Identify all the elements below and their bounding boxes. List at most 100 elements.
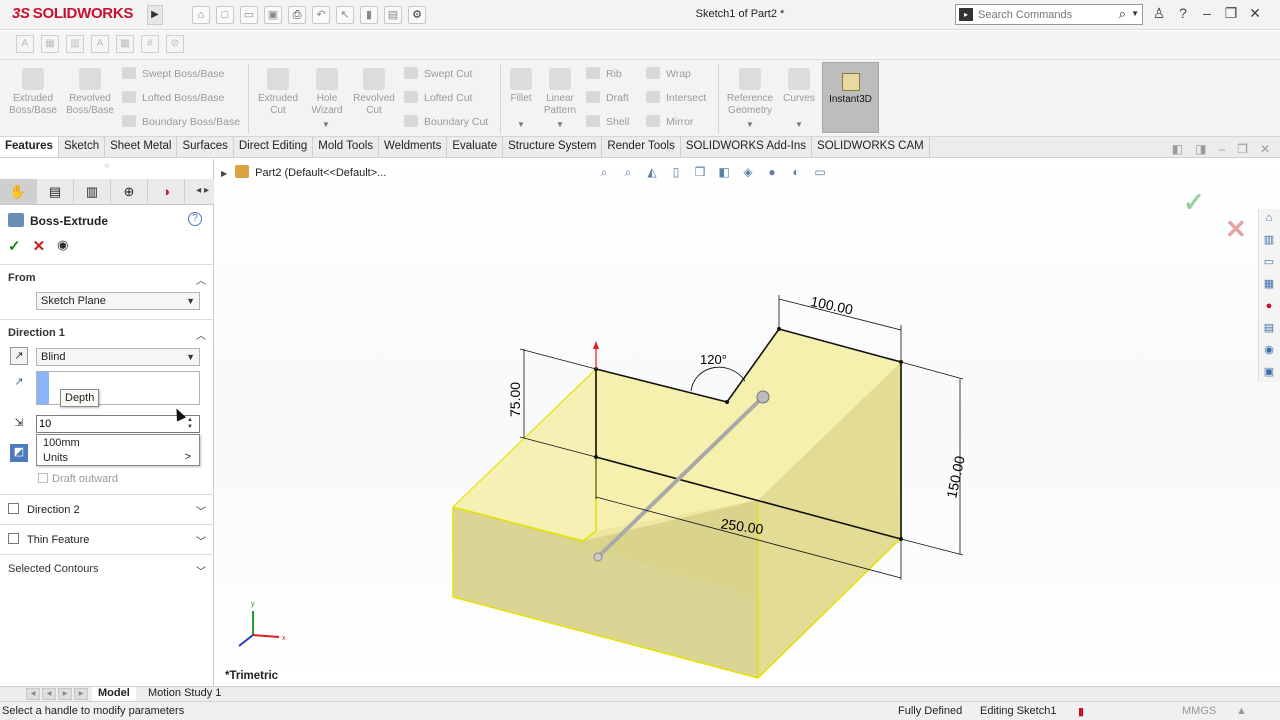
tab-motion-study-1[interactable]: Motion Study 1: [142, 687, 227, 701]
unit-system-caret-icon[interactable]: ▲: [1236, 705, 1247, 717]
search-icon[interactable]: ⌕: [1119, 6, 1126, 22]
depth-spinner-icon[interactable]: ▲ ▼: [183, 417, 197, 431]
print-icon[interactable]: ⎙: [288, 6, 306, 24]
panel-grip[interactable]: ○: [0, 159, 214, 175]
boundary-boss-button[interactable]: Boundary Boss/Base: [122, 113, 240, 131]
tab-features[interactable]: Features: [0, 137, 59, 157]
revolved-boss-button[interactable]: Revolved Boss/Base: [64, 68, 116, 117]
confirm-corner-cancel-icon[interactable]: ✕: [1225, 214, 1247, 245]
linear-pattern-caret-icon[interactable]: ▼: [556, 120, 564, 129]
feature-tree-breadcrumb[interactable]: ▶ Part2 (Default<<Default>...: [221, 165, 386, 179]
solidworks-forum-icon[interactable]: ◉: [1259, 341, 1279, 360]
curves-button[interactable]: Curves: [780, 68, 818, 105]
view-settings-icon[interactable]: ▭: [811, 163, 829, 181]
property-manager-tab-icon[interactable]: ▤: [37, 179, 74, 204]
open-icon[interactable]: ▭: [240, 6, 258, 24]
rebuild-icon[interactable]: ▮: [360, 6, 378, 24]
tab-direct-editing[interactable]: Direct Editing: [234, 137, 314, 157]
depth-input[interactable]: [39, 417, 169, 431]
expand-chevron-icon[interactable]: ﹀: [196, 563, 206, 578]
collapse-chevron-icon[interactable]: ︿: [196, 327, 206, 342]
file-properties-icon[interactable]: ▤: [384, 6, 402, 24]
from-group-header[interactable]: From ︿: [8, 272, 208, 288]
tile-left-icon[interactable]: ◧: [1172, 142, 1183, 156]
prev-tab-icon[interactable]: ◀: [42, 688, 56, 700]
dim-75[interactable]: 75.00: [507, 382, 523, 417]
display-manager-tab-icon[interactable]: ◑: [148, 179, 185, 204]
extrude-handle-tip-icon[interactable]: [756, 390, 770, 404]
extruded-boss-button[interactable]: Extruded Boss/Base: [6, 68, 60, 117]
sketch-block-icon[interactable]: ▥: [66, 35, 84, 53]
next-tab-icon[interactable]: ▶: [58, 688, 72, 700]
custom-properties-icon[interactable]: ▤: [1259, 319, 1279, 338]
task-pane-extra-icon[interactable]: ▣: [1259, 363, 1279, 382]
dimxpert-manager-tab-icon[interactable]: ⊕: [111, 179, 148, 204]
view-orientation-icon[interactable]: ❒: [691, 163, 709, 181]
thin-feature-group-header[interactable]: Thin Feature ﹀: [8, 533, 208, 548]
dim-100[interactable]: 100.00: [809, 293, 854, 318]
tab-sheet-metal[interactable]: Sheet Metal: [105, 137, 178, 157]
close-icon[interactable]: ✕: [1246, 5, 1264, 22]
expand-chevron-icon[interactable]: ﹀: [196, 503, 206, 518]
units-value[interactable]: 100mm: [43, 436, 80, 450]
first-tab-icon[interactable]: ◀: [26, 688, 40, 700]
lofted-boss-button[interactable]: Lofted Boss/Base: [122, 89, 224, 107]
view-palette-icon[interactable]: ▦: [1259, 275, 1279, 294]
configuration-manager-tab-icon[interactable]: ▥: [74, 179, 111, 204]
expand-chevron-icon[interactable]: ﹀: [196, 533, 206, 548]
direction2-checkbox[interactable]: [8, 503, 19, 514]
appearances-icon[interactable]: ●: [1259, 297, 1279, 316]
sketch-fix-icon[interactable]: A: [91, 35, 109, 53]
tab-sketch[interactable]: Sketch: [59, 137, 106, 157]
end-condition-dropdown[interactable]: Blind ▼: [36, 348, 200, 366]
sketch-point[interactable]: [725, 400, 729, 404]
solidworks-logo[interactable]: 3S SOLIDWORKS: [12, 5, 133, 22]
sketch-relation-icon[interactable]: ▩: [116, 35, 134, 53]
mirror-button[interactable]: Mirror: [646, 113, 693, 131]
hide-show-items-icon[interactable]: ◈: [739, 163, 757, 181]
user-icon[interactable]: ♙: [1150, 5, 1168, 22]
draft-outward-checkbox[interactable]: [38, 473, 48, 483]
shell-button[interactable]: Shell: [586, 113, 629, 131]
tab-structure-system[interactable]: Structure System: [503, 137, 603, 157]
fillet-button[interactable]: Fillet: [504, 68, 538, 105]
hole-wizard-caret-icon[interactable]: ▼: [322, 120, 330, 129]
lofted-cut-button[interactable]: Lofted Cut: [404, 89, 472, 107]
draft-outward-option[interactable]: Draft outward: [38, 473, 118, 485]
zoom-to-fit-icon[interactable]: ⌕: [595, 163, 613, 181]
revolved-cut-button[interactable]: Revolved Cut: [350, 68, 398, 117]
tile-right-icon[interactable]: ◨: [1195, 142, 1206, 156]
draft-button[interactable]: Draft: [586, 89, 629, 107]
thin-feature-checkbox[interactable]: [8, 533, 19, 544]
sketch-picture-icon[interactable]: ▦: [41, 35, 59, 53]
tab-model[interactable]: Model: [92, 687, 136, 701]
hole-wizard-button[interactable]: Hole Wizard: [304, 68, 350, 117]
sketch-tool-icon[interactable]: ⊘: [166, 35, 184, 53]
collapse-chevron-icon[interactable]: ︿: [196, 272, 206, 287]
linear-pattern-button[interactable]: Linear Pattern: [540, 68, 580, 117]
dim-150[interactable]: 150.00: [943, 454, 968, 499]
extruded-cut-button[interactable]: Extruded Cut: [254, 68, 302, 117]
sketch-grid-icon[interactable]: #: [141, 35, 159, 53]
zoom-to-area-icon[interactable]: ⌕: [619, 163, 637, 181]
doc-minimize-icon[interactable]: –: [1218, 142, 1225, 156]
tab-mold-tools[interactable]: Mold Tools: [313, 137, 380, 157]
from-dropdown[interactable]: Sketch Plane ▼: [36, 292, 200, 310]
display-style-icon[interactable]: ◧: [715, 163, 733, 181]
rebuild-status-icon[interactable]: ▮: [1078, 705, 1084, 718]
feature-manager-tab-icon[interactable]: ✋: [0, 179, 37, 204]
cancel-x-icon[interactable]: ✕: [33, 237, 46, 255]
restore-icon[interactable]: ❐: [1222, 5, 1240, 22]
reference-geometry-button[interactable]: Reference Geometry: [722, 68, 778, 117]
manager-tab-scroll-icon[interactable]: ◂ ▸: [196, 185, 209, 196]
boundary-cut-button[interactable]: Boundary Cut: [404, 113, 488, 131]
graphics-area[interactable]: 100.00 120° 75.00 150.00 250.00 y x ▶ Par…: [215, 159, 1280, 686]
previous-view-icon[interactable]: ◭: [643, 163, 661, 181]
units-menu-item[interactable]: Units: [43, 451, 68, 465]
home-icon[interactable]: ⌂: [192, 6, 210, 24]
instant3d-button[interactable]: Instant3D: [822, 62, 879, 133]
rib-button[interactable]: Rib: [586, 65, 622, 83]
doc-restore-icon[interactable]: ❐: [1237, 142, 1248, 156]
unit-system[interactable]: MMGS: [1182, 705, 1216, 717]
minimize-icon[interactable]: –: [1198, 5, 1216, 22]
